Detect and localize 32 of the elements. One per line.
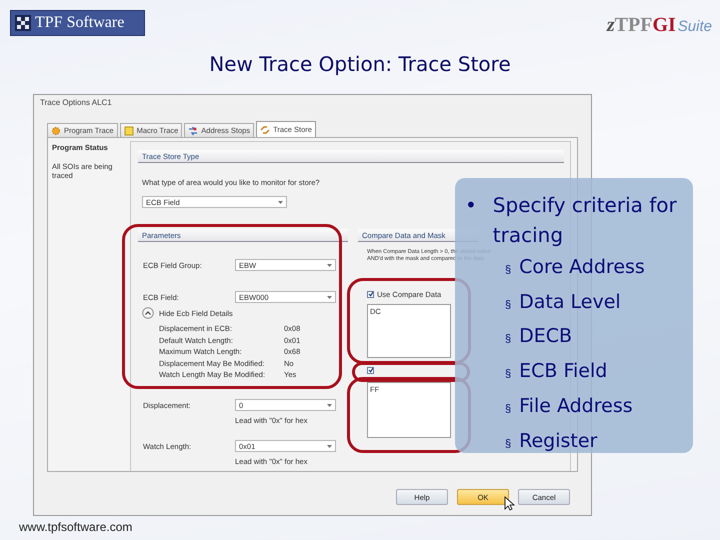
bullet: § <box>505 367 512 382</box>
bullet: § <box>505 436 512 452</box>
list-item: DECB <box>519 324 572 350</box>
footer-text: www.tpfsoftware.com <box>19 520 134 534</box>
list-item: ECB Field <box>519 359 608 384</box>
bullet: • <box>465 192 477 219</box>
window-title: Trace Options ALC1 <box>39 97 113 109</box>
caret-icon <box>278 200 283 204</box>
list-item: File Address <box>519 394 633 419</box>
list-item: Data Level <box>519 290 621 315</box>
list-item: Core Address <box>519 255 645 280</box>
bullet: § <box>505 298 512 313</box>
caret-icon <box>327 296 332 298</box>
bullet: § <box>505 402 512 417</box>
checkbox[interactable] <box>367 290 374 298</box>
grid-icon <box>15 15 31 31</box>
gear-icon <box>51 126 61 136</box>
checkbox[interactable] <box>367 366 374 374</box>
list-item: Register <box>519 428 598 454</box>
mouse-pointer-icon <box>504 496 515 511</box>
caret-icon <box>327 404 332 407</box>
bullet: § <box>505 263 512 278</box>
company-logo: TPF Software <box>10 10 145 36</box>
collapse-icon <box>142 307 154 319</box>
callout-heading: Specify criteria for tracing <box>492 192 678 249</box>
arrows-icon <box>260 124 270 134</box>
arrows-icon <box>188 126 198 136</box>
slide-title: New Trace Option: Trace Store <box>208 52 512 78</box>
caret-icon <box>327 264 332 266</box>
caret-icon <box>327 444 332 448</box>
bullet: § <box>505 332 512 348</box>
suite-logo: zTPFGISuite <box>606 14 712 37</box>
